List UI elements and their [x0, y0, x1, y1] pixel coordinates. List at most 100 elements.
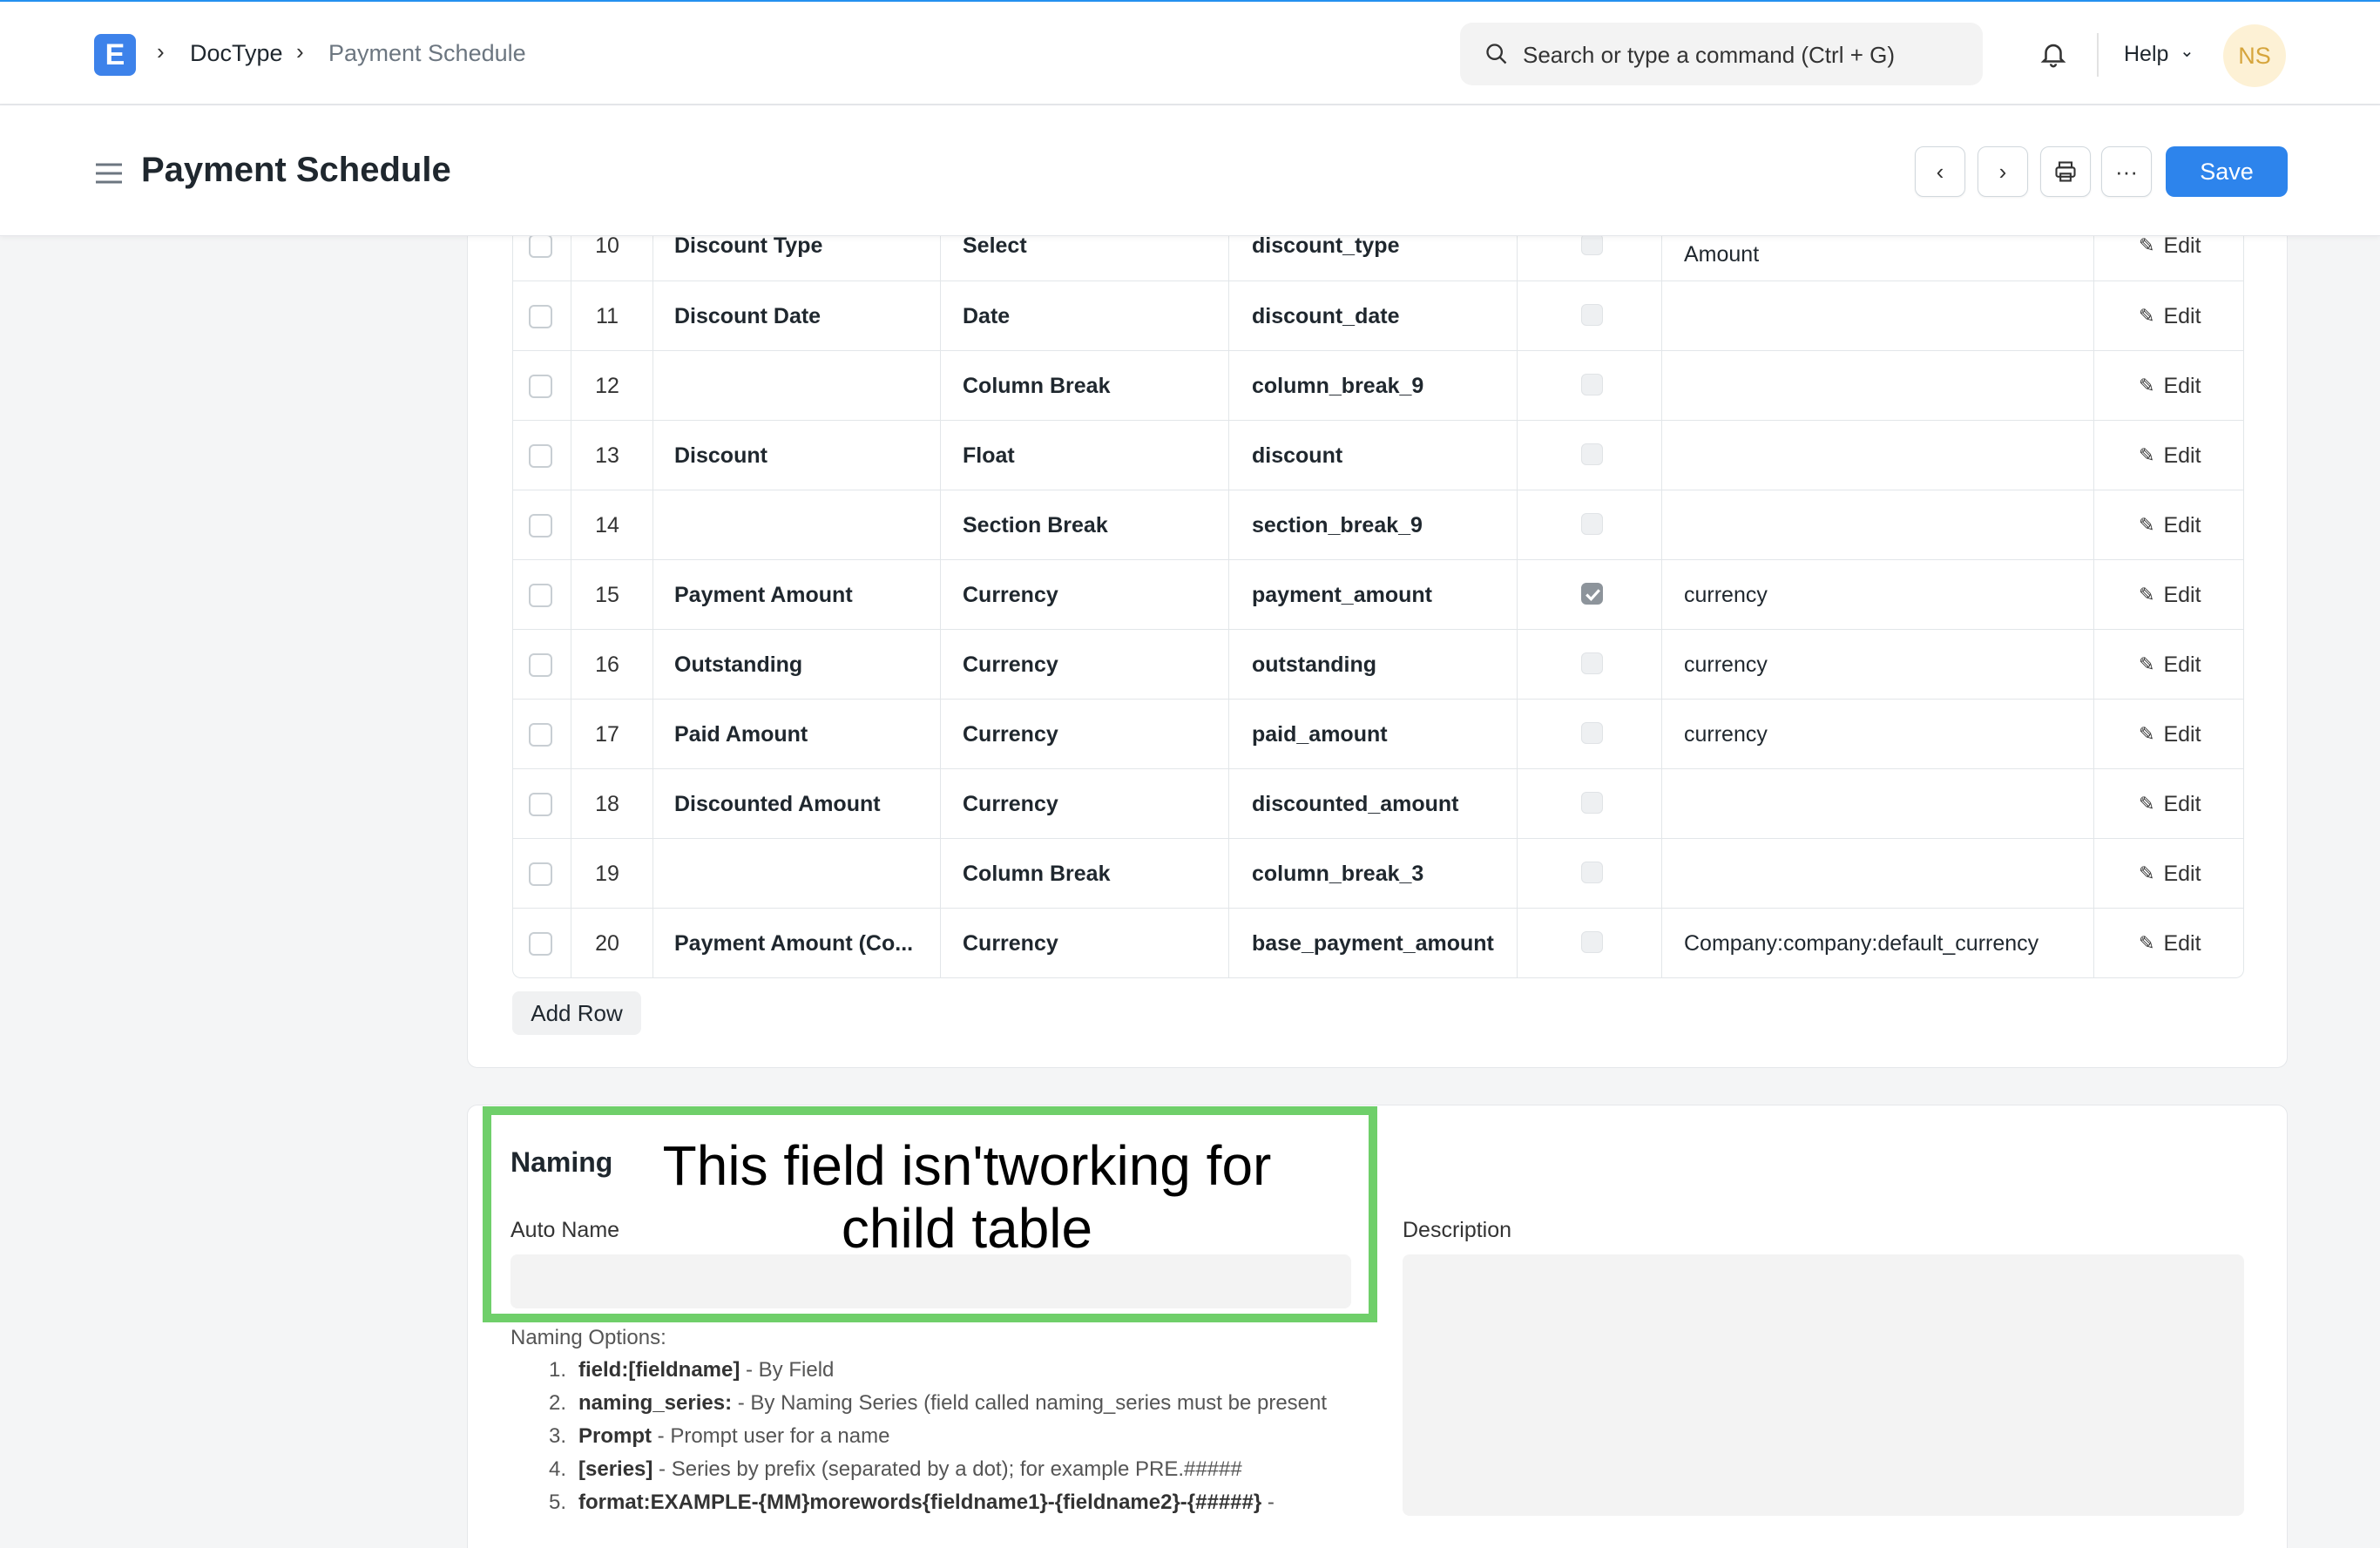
- field-name[interactable]: payment_amount: [1252, 560, 1432, 630]
- help-dropdown[interactable]: Help: [2124, 42, 2168, 67]
- table-row[interactable]: 12 Column Break column_break_9 ✎ Edit: [513, 350, 2243, 421]
- field-name[interactable]: column_break_9: [1252, 351, 1423, 421]
- edit-row-button[interactable]: ✎ Edit: [2139, 839, 2201, 909]
- field-type[interactable]: Currency: [963, 909, 1058, 977]
- mandatory-checkbox[interactable]: [1581, 304, 1603, 326]
- avatar[interactable]: NS: [2223, 24, 2286, 87]
- edit-row-button[interactable]: ✎ Edit: [2139, 281, 2201, 351]
- field-type[interactable]: Currency: [963, 769, 1058, 839]
- row-select-checkbox[interactable]: [529, 584, 552, 607]
- table-row[interactable]: 16 Outstanding Currency outstanding currency…: [513, 629, 2243, 700]
- mandatory-checkbox[interactable]: [1581, 374, 1603, 395]
- field-label[interactable]: Outstanding: [674, 630, 802, 700]
- save-button[interactable]: Save: [2166, 146, 2288, 197]
- edit-row-button[interactable]: ✎ Edit: [2139, 909, 2201, 977]
- page-title: Payment Schedule: [141, 151, 451, 189]
- mandatory-checkbox[interactable]: [1581, 233, 1603, 255]
- print-button[interactable]: [2040, 146, 2091, 197]
- field-label[interactable]: Discount: [674, 421, 767, 490]
- mandatory-checkbox[interactable]: [1581, 722, 1603, 744]
- sidebar-toggle-icon[interactable]: [94, 160, 124, 186]
- edit-row-button[interactable]: ✎ Edit: [2139, 421, 2201, 490]
- column-divider: [1661, 909, 1662, 977]
- breadcrumb-payment-schedule[interactable]: Payment Schedule: [328, 40, 526, 67]
- field-options[interactable]: Company:company:default_currency: [1684, 909, 2039, 977]
- field-type[interactable]: Section Break: [963, 490, 1108, 560]
- field-type[interactable]: Currency: [963, 560, 1058, 630]
- field-label[interactable]: Discount Date: [674, 281, 821, 351]
- field-name[interactable]: discount_date: [1252, 281, 1399, 351]
- mandatory-checkbox[interactable]: [1581, 862, 1603, 883]
- row-select-checkbox[interactable]: [529, 234, 552, 258]
- field-label[interactable]: Payment Amount (Co...: [674, 909, 913, 977]
- field-name[interactable]: section_break_9: [1252, 490, 1423, 560]
- field-type[interactable]: Float: [963, 421, 1015, 490]
- field-name[interactable]: outstanding: [1252, 630, 1376, 700]
- column-divider: [940, 351, 941, 421]
- row-select-checkbox[interactable]: [529, 653, 552, 677]
- field-type[interactable]: Currency: [963, 630, 1058, 700]
- description-textarea[interactable]: [1403, 1254, 2244, 1516]
- edit-row-button[interactable]: ✎ Edit: [2139, 769, 2201, 839]
- field-label[interactable]: Payment Amount: [674, 560, 853, 630]
- search-bar[interactable]: Search or type a command (Ctrl + G): [1460, 23, 1983, 85]
- edit-row-button[interactable]: ✎ Edit: [2139, 630, 2201, 700]
- field-options[interactable]: currency: [1684, 630, 1768, 700]
- row-select-checkbox[interactable]: [529, 932, 552, 956]
- field-type[interactable]: Column Break: [963, 351, 1110, 421]
- row-select-checkbox[interactable]: [529, 375, 552, 398]
- column-divider: [1517, 560, 1518, 630]
- table-row[interactable]: 13 Discount Float discount ✎ Edit: [513, 420, 2243, 490]
- notification-bell-icon[interactable]: [2039, 38, 2068, 70]
- row-select-checkbox[interactable]: [529, 514, 552, 537]
- table-row[interactable]: 18 Discounted Amount Currency discounted_am…: [513, 768, 2243, 839]
- field-name[interactable]: base_payment_amount: [1252, 909, 1494, 977]
- column-divider: [1228, 630, 1229, 700]
- field-options[interactable]: currency: [1684, 700, 1768, 769]
- chevron-down-icon[interactable]: ⌄: [2180, 40, 2194, 62]
- field-type[interactable]: Currency: [963, 700, 1058, 769]
- edit-label: Edit: [2163, 652, 2201, 677]
- column-divider: [1517, 839, 1518, 909]
- app-logo[interactable]: E: [94, 34, 136, 76]
- field-options[interactable]: currency: [1684, 560, 1768, 630]
- table-row[interactable]: 20 Payment Amount (Co... Currency base_paym…: [513, 908, 2243, 977]
- field-name[interactable]: discount: [1252, 421, 1342, 490]
- field-label[interactable]: Paid Amount: [674, 700, 808, 769]
- more-actions-button[interactable]: ···: [2101, 146, 2152, 197]
- mandatory-checkbox[interactable]: [1581, 792, 1603, 814]
- table-row[interactable]: 14 Section Break section_break_9 ✎ Edit: [513, 490, 2243, 560]
- row-select-checkbox[interactable]: [529, 862, 552, 886]
- edit-row-button[interactable]: ✎ Edit: [2139, 700, 2201, 769]
- field-type[interactable]: Column Break: [963, 839, 1110, 909]
- row-select-checkbox[interactable]: [529, 793, 552, 816]
- field-type[interactable]: Date: [963, 281, 1010, 351]
- field-name[interactable]: discounted_amount: [1252, 769, 1459, 839]
- edit-row-button[interactable]: ✎ Edit: [2139, 351, 2201, 421]
- next-doc-button[interactable]: ›: [1978, 146, 2028, 197]
- breadcrumb-doctype[interactable]: DocType: [190, 40, 283, 67]
- previous-doc-button[interactable]: ‹: [1915, 146, 1965, 197]
- mandatory-checkbox[interactable]: [1581, 513, 1603, 535]
- column-divider: [652, 351, 653, 421]
- mandatory-checkbox[interactable]: [1581, 652, 1603, 674]
- row-number: 20: [595, 930, 619, 956]
- table-row[interactable]: 11 Discount Date Date discount_date ✎ Edit: [513, 281, 2243, 351]
- mandatory-checkbox[interactable]: [1581, 583, 1603, 605]
- table-row[interactable]: 17 Paid Amount Currency paid_amount currency…: [513, 699, 2243, 769]
- field-label[interactable]: Discounted Amount: [674, 769, 881, 839]
- edit-row-button[interactable]: ✎ Edit: [2139, 560, 2201, 630]
- pencil-icon: ✎: [2139, 234, 2155, 256]
- row-select-checkbox[interactable]: [529, 444, 552, 468]
- mandatory-checkbox[interactable]: [1581, 443, 1603, 465]
- field-name[interactable]: column_break_3: [1252, 839, 1423, 909]
- row-select-checkbox[interactable]: [529, 305, 552, 328]
- mandatory-checkbox[interactable]: [1581, 931, 1603, 953]
- table-row[interactable]: 19 Column Break column_break_3 ✎ Edit: [513, 838, 2243, 909]
- edit-row-button[interactable]: ✎ Edit: [2139, 490, 2201, 560]
- field-name[interactable]: paid_amount: [1252, 700, 1388, 769]
- pencil-icon: ✎: [2139, 932, 2155, 954]
- add-row-button[interactable]: Add Row: [512, 991, 641, 1035]
- table-row[interactable]: 15 Payment Amount Currency payment_amount cu…: [513, 559, 2243, 630]
- row-select-checkbox[interactable]: [529, 723, 552, 747]
